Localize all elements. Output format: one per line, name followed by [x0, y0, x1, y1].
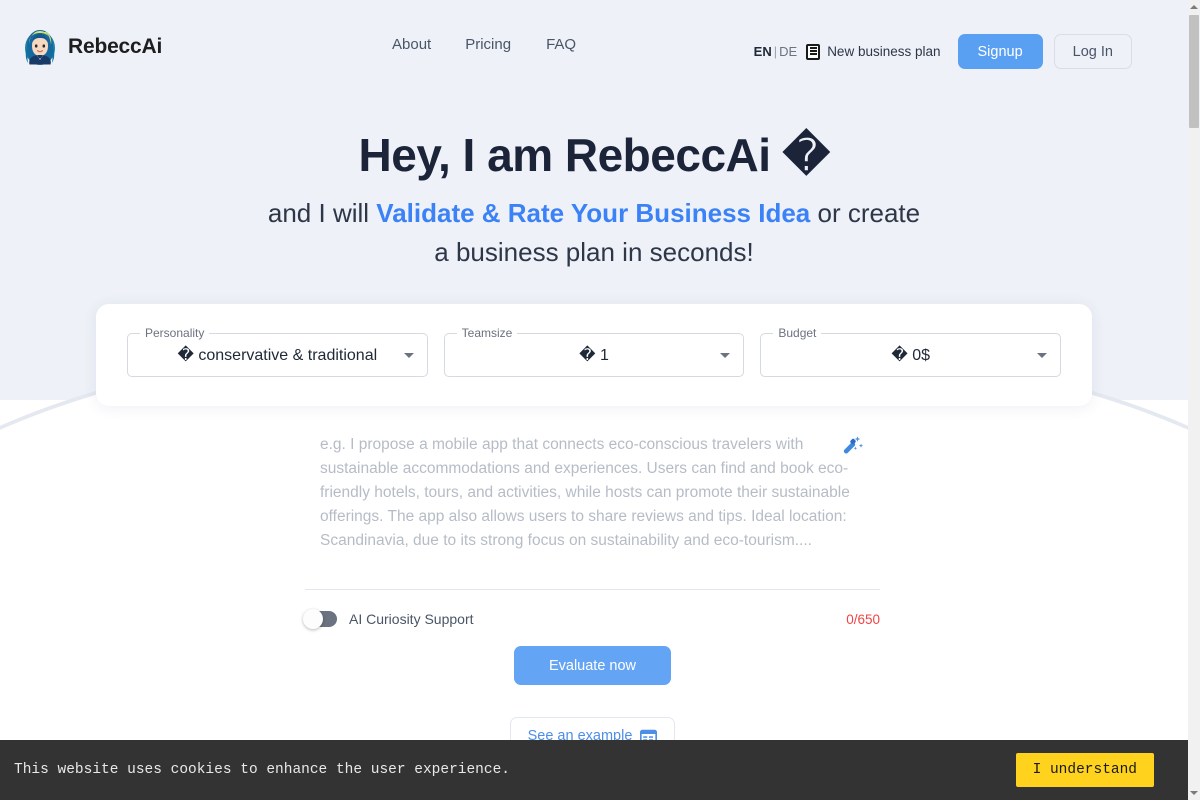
nav-item-about[interactable]: About [392, 36, 465, 53]
nav-item-faq[interactable]: FAQ [546, 36, 611, 53]
idea-controls: AI Curiosity Support 0/650 [303, 604, 880, 634]
rebecca-avatar-icon [22, 28, 58, 66]
teamsize-select[interactable]: Teamsize � 1 [443, 326, 745, 377]
language-active[interactable]: EN [754, 44, 772, 59]
options-card: Personality � conservative & traditional… [96, 304, 1092, 406]
budget-value: � 0$ [891, 347, 930, 364]
scrollbar-thumb[interactable] [1189, 15, 1199, 128]
personality-label: Personality [140, 326, 210, 340]
scroll-down-arrow-icon[interactable] [1188, 786, 1200, 800]
subtitle-accent: Validate & Rate Your Business Idea [376, 198, 811, 228]
document-icon [806, 43, 821, 60]
brand-name: RebeccAi [68, 35, 163, 58]
header-actions: EN | DE New business plan Signup Log In [754, 34, 1132, 69]
idea-section: e.g. I propose a mobile app that connect… [303, 428, 880, 634]
site-header: RebeccAi About Pricing FAQ EN | DE New bus… [0, 0, 1188, 100]
personality-select[interactable]: Personality � conservative & traditional [127, 326, 428, 377]
cookie-message: This website uses cookies to enhance the… [14, 762, 510, 778]
character-counter: 0/650 [846, 611, 880, 627]
budget-label: Budget [773, 326, 822, 340]
new-business-plan-label: New business plan [827, 44, 941, 59]
magic-wand-icon[interactable] [838, 434, 864, 460]
idea-input[interactable]: e.g. I propose a mobile app that connect… [305, 428, 880, 590]
subtitle-prefix: and I will [267, 198, 377, 228]
cookie-banner: This website uses cookies to enhance the… [0, 740, 1188, 800]
ai-curiosity-label: AI Curiosity Support [349, 611, 474, 627]
new-business-plan-link[interactable]: New business plan [806, 43, 941, 60]
scroll-up-arrow-icon[interactable] [1188, 0, 1200, 14]
brand-logo[interactable]: RebeccAi [22, 28, 162, 66]
language-switcher[interactable]: EN | DE [754, 44, 798, 59]
budget-select[interactable]: Budget � 0$ [760, 326, 1062, 377]
nav-item-pricing[interactable]: Pricing [465, 36, 546, 53]
vertical-scrollbar[interactable] [1188, 0, 1200, 800]
main-nav: About Pricing FAQ [392, 36, 611, 53]
cookie-accept-button[interactable]: I understand [1015, 753, 1154, 787]
teamsize-value: � 1 [579, 347, 609, 364]
personality-value: � conservative & traditional [177, 347, 378, 364]
language-inactive[interactable]: DE [779, 44, 797, 59]
toggle-knob [303, 609, 323, 629]
teamsize-label: Teamsize [456, 326, 518, 340]
chevron-down-icon [1037, 353, 1048, 358]
page-subtitle: and I will Validate & Rate Your Business… [0, 194, 1188, 272]
subtitle-suffix: or create [810, 198, 921, 228]
signup-button[interactable]: Signup [957, 34, 1043, 69]
evaluate-now-button[interactable]: Evaluate now [514, 646, 671, 685]
page-root: RebeccAi About Pricing FAQ EN | DE New bus… [0, 0, 1200, 800]
login-button[interactable]: Log In [1053, 34, 1132, 69]
chevron-down-icon [403, 353, 414, 358]
idea-placeholder: e.g. I propose a mobile app that connect… [320, 436, 850, 549]
language-separator: | [773, 44, 778, 59]
subtitle-line2: a business plan in seconds! [434, 237, 754, 267]
chevron-down-icon [720, 353, 731, 358]
page-title: Hey, I am RebeccAi � [358, 129, 830, 181]
ai-curiosity-toggle[interactable] [303, 609, 337, 629]
